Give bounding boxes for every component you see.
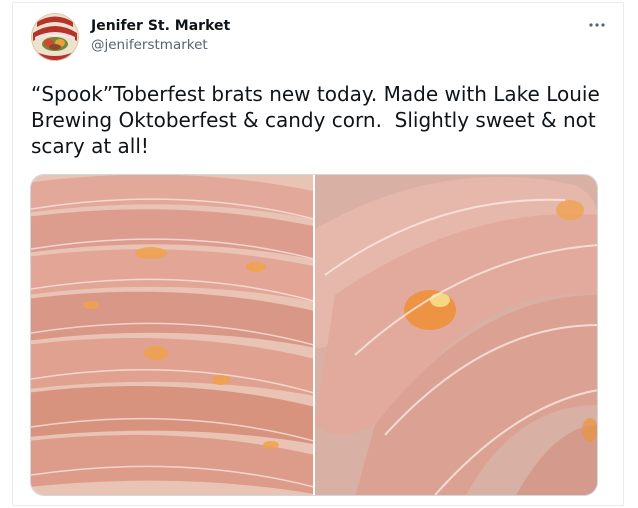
media-photo-2[interactable] — [315, 175, 597, 495]
avatar[interactable] — [31, 13, 79, 61]
media-photo-1[interactable] — [31, 175, 313, 495]
author-names[interactable]: Jenifer St. Market @jeniferstmarket — [91, 17, 230, 55]
tweet-media — [30, 174, 598, 496]
sausage-photo — [31, 175, 313, 495]
display-name[interactable]: Jenifer St. Market — [91, 17, 230, 35]
user-handle[interactable]: @jeniferstmarket — [91, 35, 230, 55]
more-options-button[interactable] — [585, 15, 609, 35]
more-horizontal-icon — [589, 23, 605, 27]
tweet-text: “Spook”Toberfest brats new today. Made w… — [31, 82, 607, 158]
sausage-closeup-photo — [315, 175, 597, 495]
market-logo-icon — [31, 13, 79, 61]
tweet-header: Jenifer St. Market @jeniferstmarket — [31, 13, 609, 65]
tweet-card[interactable]: Jenifer St. Market @jeniferstmarket “Spo… — [12, 2, 624, 506]
